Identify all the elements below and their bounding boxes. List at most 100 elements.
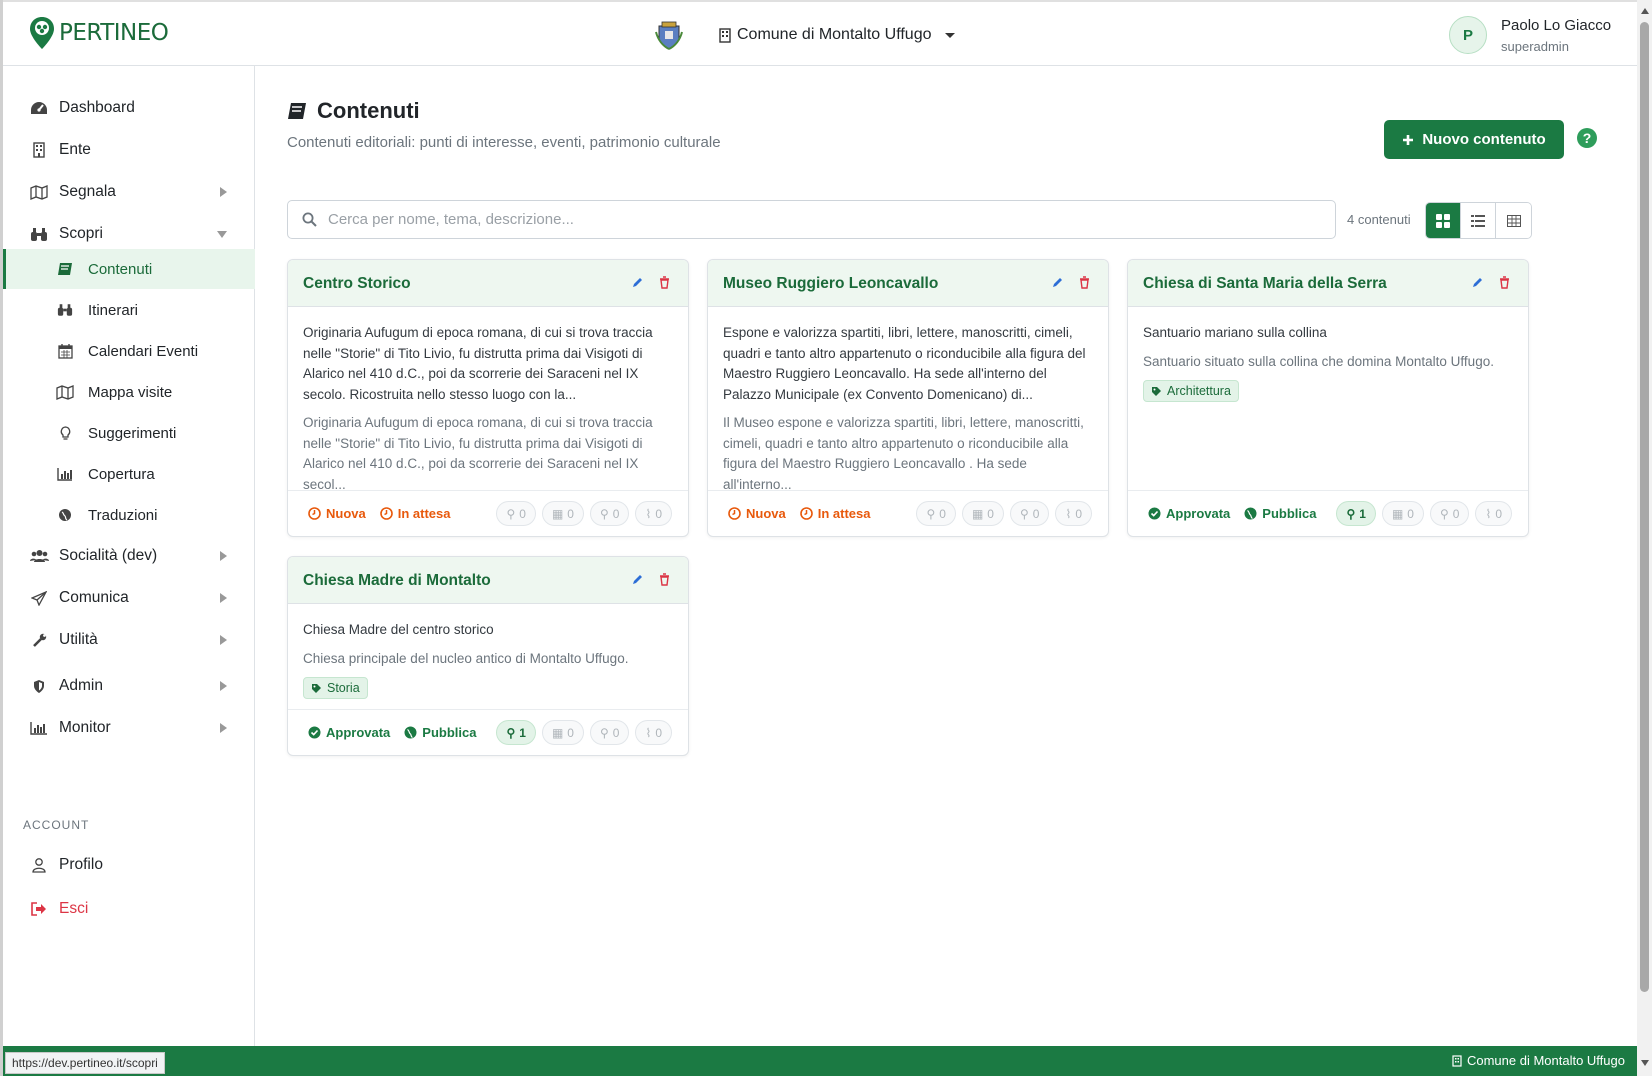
sidebar-subitem-itinerari[interactable]: Itinerari — [3, 290, 255, 330]
sidebar-item-label: Copertura — [88, 465, 155, 483]
sidebar-item-label: Esci — [59, 900, 89, 917]
content-count: 4 contenuti — [1347, 212, 1411, 227]
footer-bar: Comune di Montalto Uffugo — [3, 1046, 1637, 1076]
sidebar-subitem-copertura[interactable]: Copertura — [3, 454, 255, 494]
card-body: Espone e valorizza spartiti, libri, lett… — [708, 307, 1108, 495]
sidebar-item-scopri[interactable]: Scopri — [3, 214, 255, 254]
binoculars-icon — [29, 224, 49, 244]
suggestion-count: 0 — [1452, 506, 1460, 521]
list-view-button[interactable] — [1461, 203, 1496, 238]
content-card[interactable]: Centro Storico Originaria Aufugum di epo… — [287, 259, 689, 537]
avatar: P — [1449, 16, 1487, 54]
map-pin-icon: ⚲ — [926, 506, 936, 521]
attachment-count-pill: ⌇ 0 — [635, 720, 672, 745]
help-icon[interactable]: ? — [1577, 128, 1597, 148]
sidebar-item-esci[interactable]: Esci — [3, 889, 255, 929]
trash-icon[interactable] — [1079, 276, 1090, 289]
lightbulb-icon: ⚲ — [1019, 506, 1029, 521]
event-count: 0 — [567, 725, 574, 740]
event-count-pill: ▦ 0 — [961, 501, 1004, 526]
footer-entity: Comune di Montalto Uffugo — [1452, 1053, 1625, 1068]
attachment-count: 0 — [1495, 506, 1502, 521]
approval-badge: In attesa — [379, 506, 450, 521]
card-short-description: Espone e valorizza spartiti, libri, lett… — [723, 325, 1086, 402]
user-menu[interactable]: P Paolo Lo Giacco superadmin — [1449, 16, 1611, 54]
sidebar-item-ente[interactable]: Ente — [3, 130, 255, 170]
tag-label: Storia — [327, 681, 360, 695]
footer-entity-name: Comune di Montalto Uffugo — [1466, 1053, 1625, 1068]
calendar-icon: ▦ — [551, 506, 564, 521]
scroll-thumb[interactable] — [1640, 22, 1649, 992]
sidebar-item-dashboard[interactable]: Dashboard — [3, 88, 255, 128]
sidebar-item-label: Calendari Eventi — [88, 342, 199, 360]
sidebar-subitem-calendari-eventi[interactable]: Calendari Eventi — [3, 331, 255, 371]
trash-icon[interactable] — [659, 276, 670, 289]
suggestion-count: 0 — [612, 506, 620, 521]
table-icon — [1506, 214, 1521, 227]
paper-plane-icon — [29, 588, 49, 608]
table-view-button[interactable] — [1496, 203, 1531, 238]
sidebar-item-socialita[interactable]: Socialità (dev) — [3, 536, 255, 576]
scroll-down-icon[interactable] — [1641, 1060, 1649, 1066]
sidebar-item-comunica[interactable]: Comunica — [3, 578, 255, 618]
sidebar-item-label: Scopri — [59, 225, 103, 242]
lightbulb-icon: ⚲ — [1439, 506, 1449, 521]
sidebar-item-monitor[interactable]: Monitor — [3, 708, 255, 748]
suggestion-count: 0 — [1032, 506, 1040, 521]
new-content-button[interactable]: Nuovo contenuto — [1384, 120, 1564, 159]
sidebar-item-segnala[interactable]: Segnala — [3, 172, 255, 212]
plus-icon — [1403, 134, 1414, 145]
grid-view-button[interactable] — [1426, 203, 1461, 238]
edit-icon[interactable] — [1471, 276, 1484, 289]
poi-count: 1 — [1359, 506, 1366, 521]
sidebar-item-label: Contenuti — [88, 260, 153, 278]
status-badge: Approvata — [308, 725, 390, 740]
sidebar-item-label: Profilo — [59, 856, 103, 873]
category-tag[interactable]: Storia — [303, 677, 368, 699]
page-scrollbar[interactable] — [1637, 0, 1652, 1076]
bar-chart-icon — [29, 718, 49, 738]
sidebar-item-label: Utilità — [59, 631, 98, 648]
content-card[interactable]: Chiesa di Santa Maria della Serra Santua… — [1127, 259, 1529, 537]
edit-icon[interactable] — [631, 276, 644, 289]
entity-selector[interactable]: Comune di Montalto Uffugo — [719, 26, 956, 44]
suggestion-count: 0 — [612, 725, 620, 740]
attachment-count-pill: ⌇ 0 — [1475, 501, 1512, 526]
visibility-badge: Pubblica — [1244, 506, 1316, 521]
edit-icon[interactable] — [1051, 276, 1064, 289]
approval-badge: In attesa — [799, 506, 871, 521]
brand-logo[interactable]: PERTINEO — [29, 16, 169, 50]
pin-logo-icon — [30, 17, 54, 49]
list-icon — [1471, 214, 1485, 227]
page-title-text: Contenuti — [317, 98, 420, 123]
map-pin-icon: ⚲ — [506, 725, 516, 740]
scroll-up-icon[interactable] — [1641, 8, 1649, 14]
wrench-icon — [29, 630, 49, 650]
trash-icon[interactable] — [1499, 276, 1510, 289]
lightbulb-icon: ⚲ — [599, 725, 609, 740]
sidebar-subitem-suggerimenti[interactable]: Suggerimenti — [3, 413, 255, 453]
check-circle-icon — [1148, 507, 1161, 520]
sidebar-item-profilo[interactable]: Profilo — [3, 845, 255, 885]
category-tag[interactable]: Architettura — [1143, 380, 1239, 402]
content-card[interactable]: Chiesa Madre di Montalto Chiesa Madre de… — [287, 556, 689, 756]
dashboard-icon — [29, 98, 49, 118]
card-header: Museo Ruggiero Leoncavallo — [708, 260, 1108, 307]
approval-text: In attesa — [817, 506, 871, 521]
paperclip-icon: ⌇ — [645, 725, 652, 740]
search-input[interactable] — [328, 211, 1328, 228]
trash-icon[interactable] — [659, 573, 670, 586]
edit-icon[interactable] — [631, 573, 644, 586]
tag-icon — [1152, 386, 1161, 396]
card-title: Museo Ruggiero Leoncavallo — [723, 275, 939, 292]
sidebar-item-utilita[interactable]: Utilità — [3, 620, 255, 660]
sidebar-subitem-traduzioni[interactable]: Traduzioni — [3, 495, 255, 535]
card-stats: ⚲ 0 ▦ 0 ⚲ 0 ⌇ 0 — [916, 501, 1092, 526]
chevron-down-icon — [217, 230, 227, 238]
sidebar-subitem-mappa-visite[interactable]: Mappa visite — [3, 372, 255, 412]
sidebar-item-admin[interactable]: Admin — [3, 666, 255, 706]
card-footer: Approvata Pubblica ⚲ 1 ▦ 0 ⚲ 0 ⌇ 0 — [1128, 490, 1528, 536]
sidebar-subitem-contenuti[interactable]: Contenuti — [3, 249, 255, 289]
content-card[interactable]: Museo Ruggiero Leoncavallo Espone e valo… — [707, 259, 1109, 537]
map-icon — [55, 382, 75, 402]
